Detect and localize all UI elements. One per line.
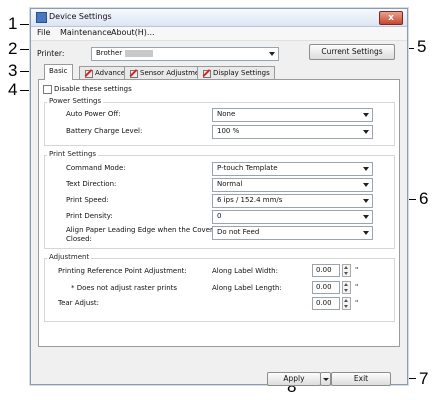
chevron-down-icon xyxy=(363,130,369,134)
locked-icon xyxy=(129,69,138,78)
raster-note: * Does not adjust raster prints xyxy=(71,284,178,292)
chevron-down-icon xyxy=(363,231,369,235)
chevron-down-icon xyxy=(363,113,369,117)
adjustment-title: Adjustment xyxy=(47,253,92,261)
length-spinner-icon[interactable] xyxy=(342,281,351,294)
along-width-label: Along Label Width: xyxy=(212,267,278,275)
tab-display-label: Display Settings xyxy=(213,69,270,77)
callout-3: 3 xyxy=(8,61,18,80)
tab-display-settings[interactable]: Display Settings xyxy=(197,66,275,80)
chevron-down-icon xyxy=(363,199,369,203)
apply-menu-button[interactable] xyxy=(320,372,331,386)
width-adjust-value: 0.00 xyxy=(316,266,332,274)
reference-point-label: Printing Reference Point Adjustment: xyxy=(58,267,187,275)
width-unit: " xyxy=(355,266,359,274)
printer-select[interactable]: Brother xyxy=(91,47,279,61)
text-direction-select[interactable]: Normal xyxy=(212,178,373,192)
print-density-value: 0 xyxy=(217,212,222,220)
tear-adjust-input[interactable]: 0.00 xyxy=(312,297,351,310)
menu-maintenance[interactable]: Maintenance xyxy=(60,28,112,37)
chevron-down-icon xyxy=(363,167,369,171)
title-bar: Device Settings x xyxy=(31,9,407,27)
print-speed-value: 6 ips / 152.4 mm/s xyxy=(217,196,283,204)
battery-level-value: 100 % xyxy=(217,127,240,135)
close-button[interactable]: x xyxy=(379,11,403,25)
width-adjust-input[interactable]: 0.00 xyxy=(312,264,351,277)
chevron-down-icon xyxy=(323,378,329,381)
tab-basic[interactable]: Basic xyxy=(44,64,73,80)
text-direction-label: Text Direction: xyxy=(66,180,117,188)
length-adjust-value: 0.00 xyxy=(316,283,332,291)
tear-adjust-value: 0.00 xyxy=(316,299,332,307)
command-mode-select[interactable]: P-touch Template xyxy=(212,162,373,176)
auto-power-off-select[interactable]: None xyxy=(212,108,373,122)
disable-settings-label: Disable these settings xyxy=(54,85,132,93)
callout-6: 6 xyxy=(419,189,429,208)
power-settings-title: Power Settings xyxy=(47,97,104,105)
locked-icon xyxy=(84,69,93,78)
tear-unit: " xyxy=(355,299,359,307)
chevron-down-icon xyxy=(363,215,369,219)
chevron-down-icon xyxy=(269,52,275,56)
locked-icon xyxy=(202,69,211,78)
disable-settings-checkbox[interactable] xyxy=(43,85,52,94)
printer-app-icon xyxy=(36,12,47,23)
print-speed-label: Print Speed: xyxy=(66,196,109,204)
printer-label: Printer: xyxy=(37,49,65,58)
basic-tab-panel: Disable these settings Power Settings Au… xyxy=(38,79,400,347)
along-length-label: Along Label Length: xyxy=(212,284,282,292)
text-direction-value: Normal xyxy=(217,180,243,188)
align-leading-edge-label: Align Paper Leading Edge when the Cover … xyxy=(66,226,221,234)
callout-5: 5 xyxy=(417,37,427,56)
tear-spinner-icon[interactable] xyxy=(342,297,351,310)
menu-about[interactable]: About(H)... xyxy=(111,28,155,37)
command-mode-value: P-touch Template xyxy=(217,164,278,172)
menu-file[interactable]: File xyxy=(37,28,50,37)
callout-4: 4 xyxy=(8,80,18,99)
align-leading-edge-select[interactable]: Do not Feed xyxy=(212,226,373,240)
callout-7: 7 xyxy=(419,369,429,388)
print-density-label: Print Density: xyxy=(66,212,113,220)
tear-adjust-label: Tear Adjust: xyxy=(58,299,100,307)
auto-power-off-value: None xyxy=(217,110,236,118)
callout-2: 2 xyxy=(8,39,18,58)
print-density-select[interactable]: 0 xyxy=(212,210,373,224)
redacted-model xyxy=(125,49,154,57)
width-spinner-icon[interactable] xyxy=(342,264,351,277)
align-leading-edge-value: Do not Feed xyxy=(217,228,260,236)
device-settings-window: Device Settings x File Maintenance About… xyxy=(30,8,408,386)
length-unit: " xyxy=(355,283,359,291)
length-adjust-input[interactable]: 0.00 xyxy=(312,281,351,294)
command-mode-label: Command Mode: xyxy=(66,164,126,172)
auto-power-off-label: Auto Power Off: xyxy=(66,110,121,118)
apply-button[interactable]: Apply xyxy=(267,372,321,386)
exit-button[interactable]: Exit xyxy=(331,372,391,386)
battery-level-select[interactable]: 100 % xyxy=(212,125,373,139)
callout-1: 1 xyxy=(8,14,18,33)
align-leading-edge-label-2: Closed: xyxy=(66,235,92,243)
current-settings-button[interactable]: Current Settings xyxy=(309,44,395,60)
tab-basic-label: Basic xyxy=(49,67,68,75)
print-speed-select[interactable]: 6 ips / 152.4 mm/s xyxy=(212,194,373,208)
chevron-down-icon xyxy=(363,183,369,187)
print-settings-title: Print Settings xyxy=(47,150,99,158)
menu-bar: File Maintenance About(H)... xyxy=(31,27,407,41)
battery-level-label: Battery Charge Level: xyxy=(66,127,143,135)
printer-value: Brother xyxy=(96,49,123,57)
window-title: Device Settings xyxy=(49,12,112,21)
